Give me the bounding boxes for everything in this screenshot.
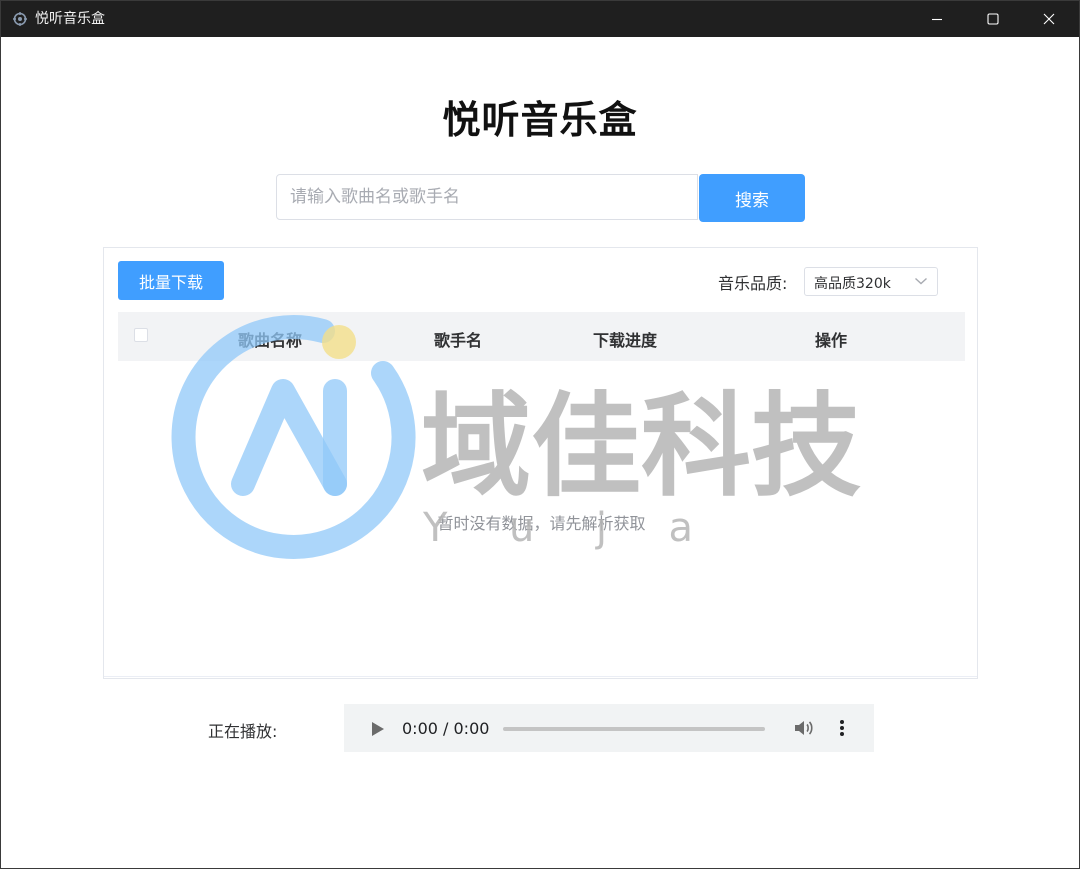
- quality-label: 音乐品质:: [718, 274, 788, 293]
- column-header-song[interactable]: 歌曲名称: [238, 327, 302, 351]
- play-icon[interactable]: [371, 721, 385, 737]
- now-playing-label: 正在播放:: [208, 722, 278, 741]
- app-window: 悦听音乐盒 悦听音乐盒 搜索 批量下载 音乐品质: 高品质320k: [0, 0, 1080, 869]
- table-bottom-divider: [104, 676, 977, 677]
- table-header: 歌曲名称 歌手名 下载进度 操作: [118, 312, 965, 361]
- close-button[interactable]: [1021, 1, 1077, 37]
- more-vertical-icon[interactable]: [839, 718, 845, 738]
- chevron-down-icon: [915, 277, 927, 285]
- column-header-actions[interactable]: 操作: [815, 327, 847, 351]
- results-panel: 批量下载 音乐品质: 高品质320k 歌曲名称 歌手名 下载进度 操作 暂时没有…: [103, 247, 978, 679]
- batch-download-button[interactable]: 批量下载: [118, 261, 224, 300]
- search-button[interactable]: 搜索: [699, 174, 805, 222]
- quality-select[interactable]: 高品质320k: [804, 267, 938, 296]
- audio-player[interactable]: 0:00 / 0:00: [344, 704, 874, 752]
- seek-bar[interactable]: [503, 727, 765, 731]
- title-bar[interactable]: 悦听音乐盒: [1, 1, 1079, 37]
- app-icon: [13, 12, 27, 26]
- column-header-artist[interactable]: 歌手名: [434, 327, 482, 351]
- maximize-icon: [987, 13, 999, 25]
- page-title: 悦听音乐盒: [442, 98, 638, 142]
- column-header-progress[interactable]: 下载进度: [593, 327, 657, 351]
- empty-state-text: 暂时没有数据，请先解析获取: [437, 514, 646, 533]
- main-content: 悦听音乐盒 搜索 批量下载 音乐品质: 高品质320k 歌曲名称 歌手名 下载进…: [1, 37, 1079, 868]
- quality-selected-value: 高品质320k: [814, 276, 891, 292]
- minimize-icon: [932, 18, 942, 21]
- select-all-checkbox[interactable]: [134, 328, 148, 342]
- close-icon: [1043, 13, 1055, 25]
- minimize-button[interactable]: [909, 1, 965, 37]
- time-display: 0:00 / 0:00: [402, 719, 490, 738]
- window-title: 悦听音乐盒: [35, 11, 105, 27]
- volume-icon[interactable]: [793, 718, 815, 738]
- search-input[interactable]: [276, 174, 698, 220]
- maximize-button[interactable]: [965, 1, 1021, 37]
